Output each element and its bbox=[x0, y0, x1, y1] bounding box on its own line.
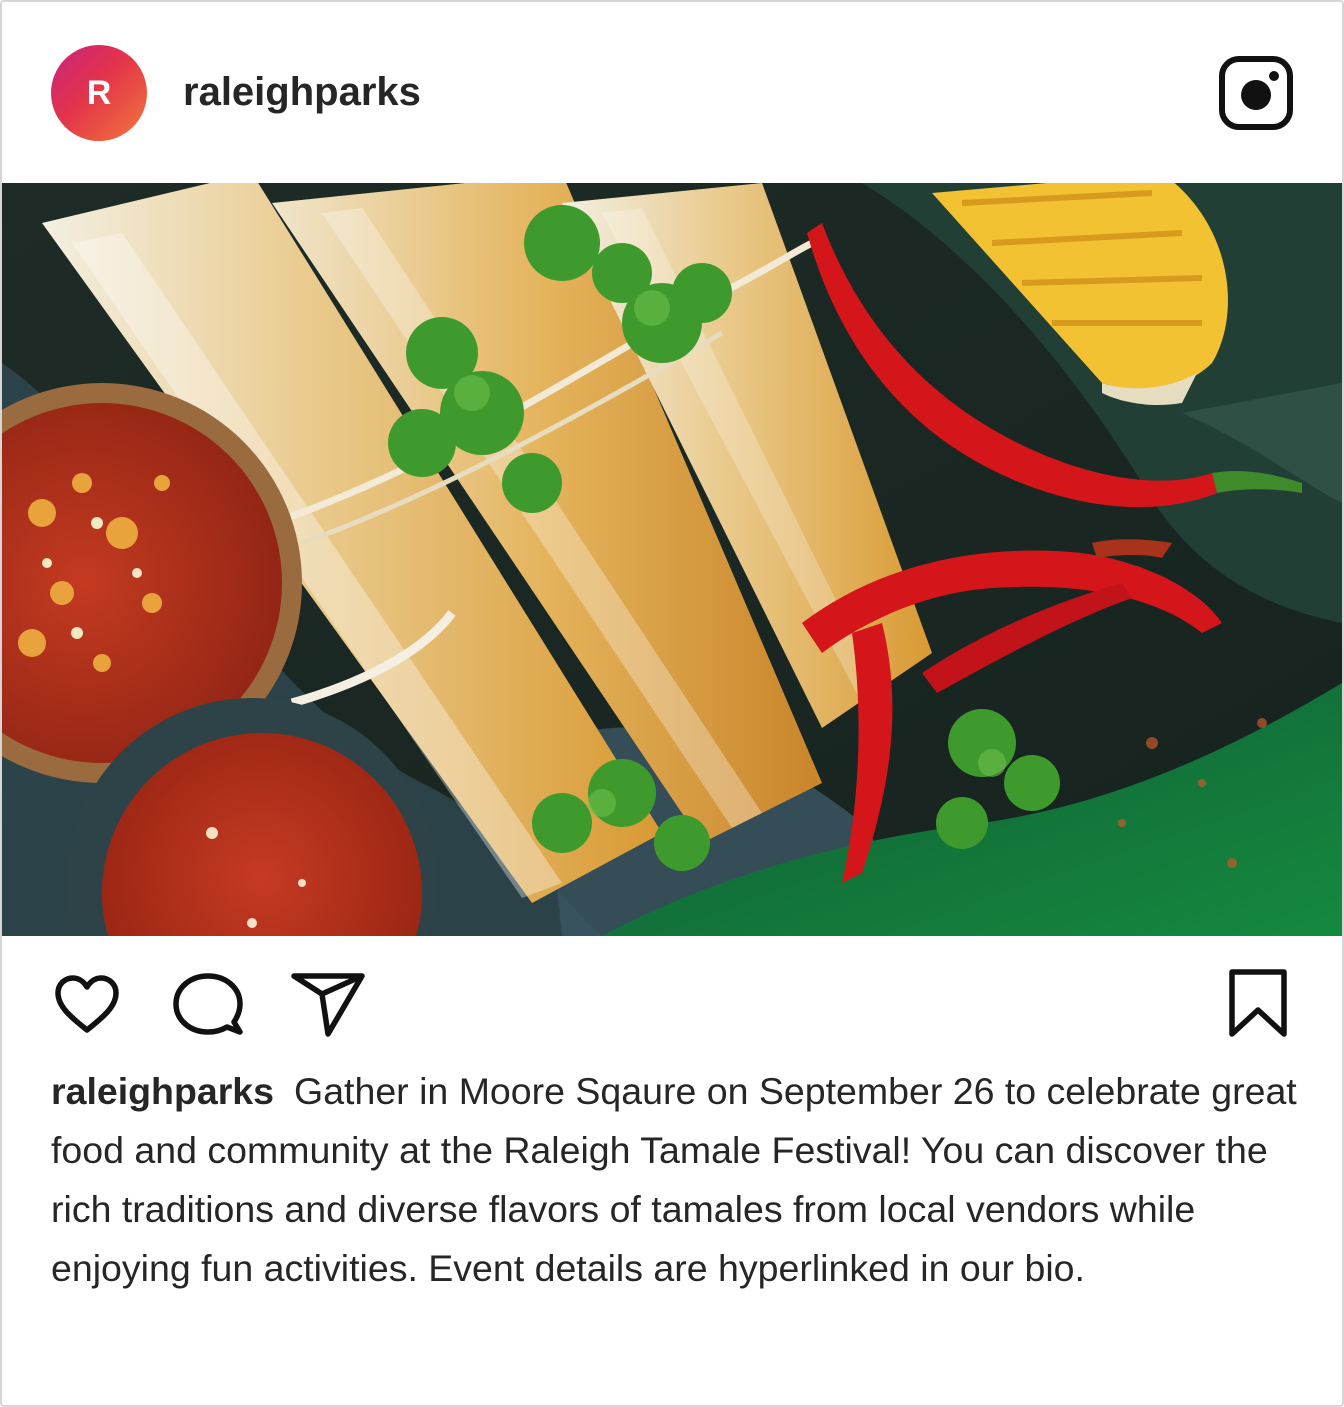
instagram-post-card: R raleighparks raleighparks Gather in Mo… bbox=[0, 0, 1344, 1407]
bookmark-icon[interactable] bbox=[1226, 968, 1290, 1040]
share-icon[interactable] bbox=[290, 972, 366, 1038]
instagram-icon bbox=[1219, 56, 1293, 130]
post-image[interactable] bbox=[2, 183, 1342, 936]
post-caption: raleighparks Gather in Moore Sqaure on Se… bbox=[51, 1062, 1301, 1298]
heart-icon[interactable] bbox=[52, 974, 122, 1036]
post-header: R raleighparks bbox=[2, 2, 1342, 183]
comment-icon[interactable] bbox=[172, 972, 244, 1038]
avatar-initial: R bbox=[86, 73, 112, 112]
post-username[interactable]: raleighparks bbox=[183, 68, 421, 116]
action-bar bbox=[2, 936, 1342, 1056]
avatar[interactable]: R bbox=[51, 45, 147, 141]
caption-username[interactable]: raleighparks bbox=[51, 1070, 274, 1112]
